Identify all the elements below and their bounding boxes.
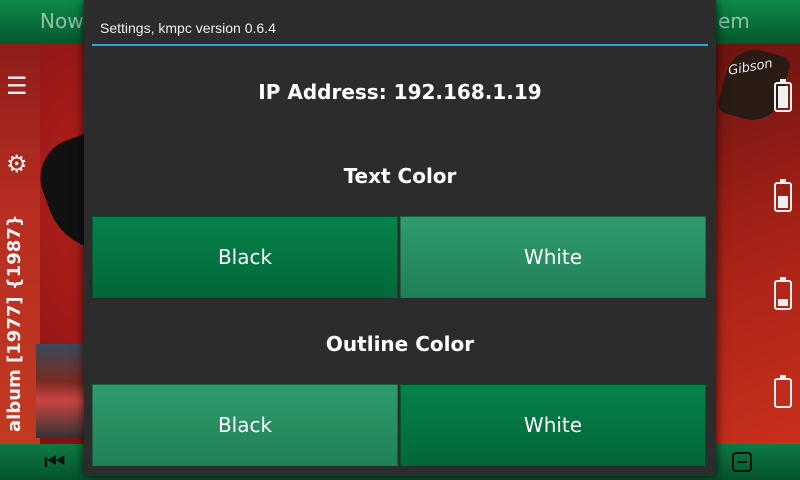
minus-icon[interactable]	[732, 452, 752, 472]
title-divider	[92, 44, 708, 46]
tab-now-playing[interactable]: Now	[40, 9, 84, 33]
album-year-metadata: album [1977] {1987}	[4, 214, 25, 432]
text-color-white-button[interactable]: White	[400, 216, 706, 298]
battery-full-icon	[774, 79, 792, 112]
text-color-black-button[interactable]: Black	[92, 216, 398, 298]
battery-half-icon	[774, 179, 792, 212]
settings-dialog: Settings, kmpc version 0.6.4 IP Address:…	[84, 0, 716, 476]
text-color-label: Text Color	[343, 164, 457, 188]
outline-color-black-button[interactable]: Black	[92, 384, 398, 466]
tab-system[interactable]: em	[718, 9, 750, 33]
outline-color-label: Outline Color	[325, 332, 475, 356]
equalizer-icon[interactable]: ☰	[6, 72, 28, 100]
album-thumbnail[interactable]	[36, 344, 84, 438]
battery-empty-icon	[774, 375, 792, 408]
gear-icon[interactable]: ⚙	[6, 150, 28, 178]
skip-previous-icon[interactable]: ⏮	[44, 448, 66, 476]
dialog-title: Settings, kmpc version 0.6.4	[100, 20, 276, 36]
outline-color-white-button[interactable]: White	[400, 384, 706, 466]
ip-address-label: IP Address: 192.168.1.19	[258, 80, 542, 104]
battery-low-icon	[774, 277, 792, 310]
